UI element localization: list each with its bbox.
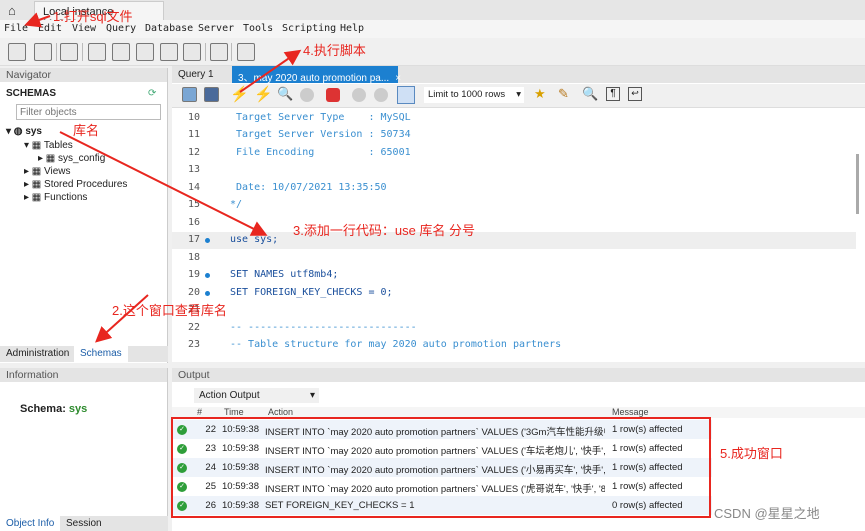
annotation-5: 5.成功窗口: [720, 446, 783, 461]
arrow-4: [239, 49, 302, 93]
arrow-3: [59, 131, 268, 236]
annotation-dbname: 库名: [73, 123, 100, 138]
annotation-4: 4.执行脚本: [303, 43, 366, 58]
arrow-1: [24, 12, 51, 28]
watermark: CSDN @星星之地: [714, 506, 820, 521]
annotation-3: 3.添加一行代码：use 库名 分号: [293, 223, 476, 238]
annotation-1: 1.打开sql文件: [53, 9, 133, 24]
annotation-2: 2.这个窗口查看库名: [112, 303, 227, 318]
